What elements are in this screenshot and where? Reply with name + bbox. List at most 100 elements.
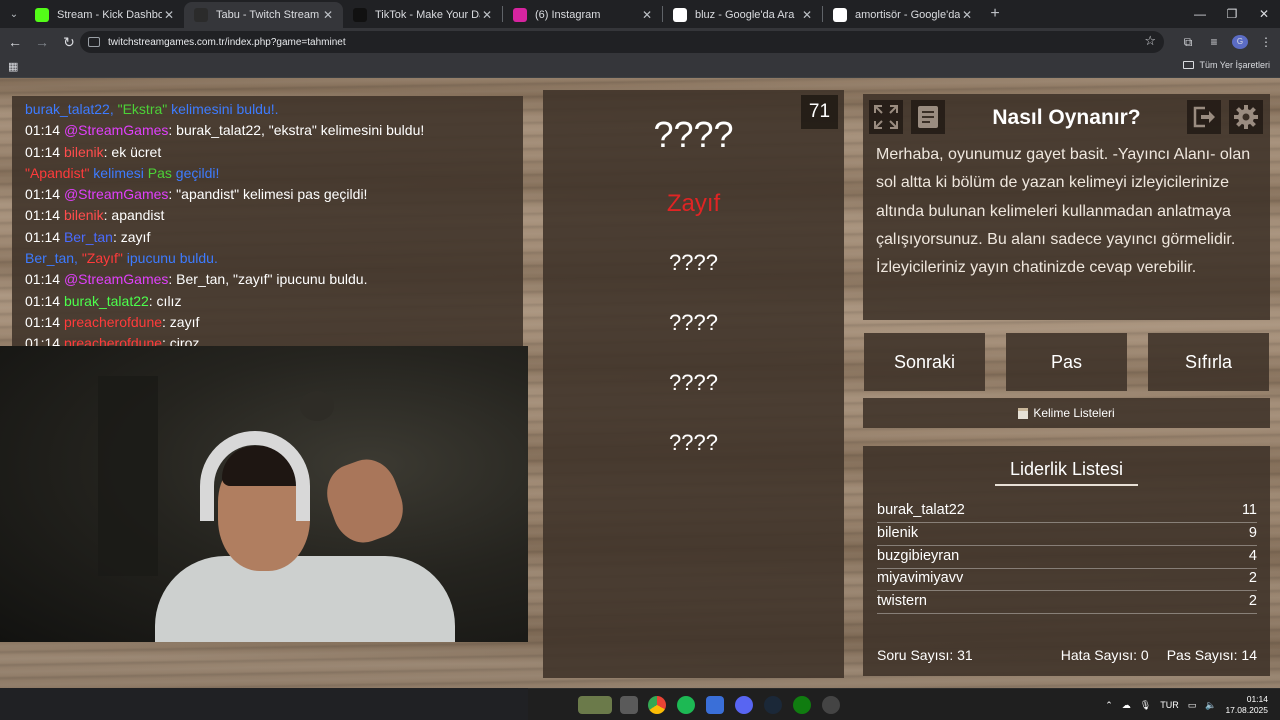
xbox-icon[interactable] [793, 696, 811, 714]
message-time: 01:14 [25, 271, 61, 288]
browser-tab[interactable]: bluz - Google'da Ara ✕ [663, 2, 822, 28]
message-time: 01:14 [25, 313, 61, 330]
spotify-icon[interactable] [677, 696, 695, 714]
browser-tab[interactable]: amortisör - Google'da Ara✕ [823, 2, 982, 28]
browser-tab[interactable]: (6) Instagram ✕ [503, 2, 662, 28]
minimize-icon[interactable]: — [1184, 0, 1216, 28]
instagram-icon [513, 8, 527, 22]
chat-message: 01:14 @StreamGames: "apandist" kelimesi … [25, 184, 523, 205]
message-part: : ek ücret [103, 143, 162, 160]
system-tray: ⌃ ☁ 🎙 TUR ▭ 🔈 01:14 17.08.2025 [1105, 689, 1280, 720]
browser-tab-bar: ⌄ Stream - Kick Dashboard✕Tabu - Twitch … [0, 0, 1280, 28]
chat-message: 01:14 burak_talat22: cılız [25, 291, 523, 312]
message-part: @StreamGames [63, 122, 169, 139]
hint-word: ???? [669, 250, 718, 275]
close-window-icon[interactable]: ✕ [1248, 0, 1280, 28]
message-part: Ber_tan [63, 228, 113, 245]
file-explorer-icon[interactable] [620, 696, 638, 714]
url-input[interactable]: twitchstreamgames.com.tr/index.php?game=… [80, 31, 1164, 53]
message-part: geçildi! [171, 164, 220, 181]
browser-tab[interactable]: Tabu - Twitch Stream Games✕ [184, 2, 343, 28]
forward-icon[interactable]: → [30, 34, 54, 50]
app-icon[interactable] [822, 696, 840, 714]
chevron-up-icon[interactable]: ⌃ [1105, 700, 1113, 711]
cloud-icon[interactable]: ☁ [1122, 700, 1131, 711]
input-language[interactable]: TUR [1160, 700, 1179, 710]
site-info-icon[interactable] [88, 37, 100, 47]
message-part: kelimesini buldu!. [167, 101, 279, 117]
apps-grid-icon[interactable]: ▦ [8, 60, 18, 73]
settings-gear-icon[interactable] [1229, 100, 1263, 134]
player-score: 11 [1241, 502, 1257, 518]
message-time: 01:14 [25, 186, 61, 203]
chat-message: 01:14 bilenik: ek ücret [25, 142, 523, 163]
twitch-games-icon [194, 8, 208, 22]
word-lists-label: Kelime Listeleri [1033, 406, 1115, 420]
browser-tab[interactable]: Stream - Kick Dashboard✕ [25, 2, 184, 28]
chat-message: "Apandist" kelimesi Pas geçildi! [25, 163, 523, 184]
network-icon[interactable]: ▭ [1188, 700, 1197, 711]
reset-button[interactable]: Sıfırla [1148, 333, 1269, 391]
message-time: 01:14 [25, 122, 61, 139]
close-tab-icon[interactable]: ✕ [800, 8, 814, 22]
close-tab-icon[interactable]: ✕ [162, 8, 176, 22]
hint-word: ???? [669, 310, 718, 335]
player-name: twistern [877, 593, 927, 609]
close-tab-icon[interactable]: ✕ [640, 8, 654, 22]
how-to-text: Merhaba, oyunumuz gayet basit. -Yayıncı … [876, 146, 1251, 277]
clock[interactable]: 01:14 17.08.2025 [1225, 694, 1268, 716]
back-icon[interactable]: ← [3, 34, 27, 50]
next-button[interactable]: Sonraki [864, 333, 985, 391]
message-time: 01:14 [25, 143, 61, 160]
menu-kebab-icon[interactable]: ⋮ [1258, 35, 1274, 49]
volume-icon[interactable]: 🔈 [1205, 700, 1216, 711]
browser-tab[interactable]: TikTok - Make Your Day ✕ [343, 2, 502, 28]
new-tab-button[interactable]: + [982, 5, 1008, 23]
pass-button[interactable]: Pas [1006, 333, 1127, 391]
bookmark-star-icon[interactable]: ☆ [1144, 33, 1156, 49]
exit-icon[interactable] [1187, 100, 1221, 134]
message-part: : zayıf [112, 228, 151, 245]
restore-icon[interactable]: ❐ [1216, 0, 1248, 28]
extensions-icon[interactable]: ⧉ [1180, 35, 1196, 50]
all-bookmarks-label: Tüm Yer İşaretleri [1199, 60, 1270, 70]
webcam-person-hand [318, 451, 412, 551]
word-lists-button[interactable]: Kelime Listeleri [863, 398, 1270, 428]
tab-search-icon[interactable]: ⌄ [3, 3, 25, 25]
close-tab-icon[interactable]: ✕ [480, 8, 494, 22]
widgets-icon[interactable] [578, 696, 612, 714]
message-part: burak_talat22, [25, 101, 118, 117]
tab-title: TikTok - Make Your Day [375, 9, 480, 21]
leaderboard-row: twistern 2 [877, 593, 1257, 614]
store-icon[interactable] [706, 696, 724, 714]
clock-time: 01:14 [1246, 694, 1268, 704]
profile-avatar[interactable]: G [1232, 35, 1248, 49]
player-score: 9 [1248, 525, 1257, 541]
hint-word: ???? [669, 370, 718, 395]
steam-icon[interactable] [764, 696, 782, 714]
bookmarks-bar: ▦ Tüm Yer İşaretleri [0, 56, 1280, 78]
word-panel: 71 ???? Zayıf ???? ???? ???? ???? [543, 90, 844, 678]
pass-count: Pas Sayısı: 14 [1166, 647, 1257, 663]
close-tab-icon[interactable]: ✕ [960, 8, 974, 22]
discord-icon[interactable] [735, 696, 753, 714]
tab-title: Stream - Kick Dashboard [57, 9, 162, 21]
player-name: bilenik [877, 525, 919, 541]
memo-icon [1018, 407, 1029, 419]
player-name: miyavimiyavv [877, 570, 964, 586]
tab-title: bluz - Google'da Ara [695, 9, 795, 21]
reload-icon[interactable]: ↻ [57, 34, 81, 51]
message-part: : burak_talat22, "ekstra" kelimesini bul… [168, 122, 425, 139]
leaderboard-panel: Liderlik Listesi burak_talat22 11 bileni… [863, 446, 1270, 676]
microphone-icon[interactable]: 🎙 [1140, 700, 1151, 711]
url-text: twitchstreamgames.com.tr/index.php?game=… [108, 36, 346, 48]
chat-message: 01:14 @StreamGames: burak_talat22, "ekst… [25, 120, 523, 141]
webcam-background-lamp [300, 391, 334, 421]
hint-word: Zayıf [666, 190, 721, 217]
media-controls-icon[interactable]: ≡ [1206, 35, 1222, 49]
folder-icon [1183, 61, 1195, 69]
close-tab-icon[interactable]: ✕ [321, 8, 335, 22]
player-score: 4 [1248, 548, 1257, 564]
chrome-icon[interactable] [648, 696, 666, 714]
all-bookmarks-button[interactable]: Tüm Yer İşaretleri [1183, 60, 1270, 70]
